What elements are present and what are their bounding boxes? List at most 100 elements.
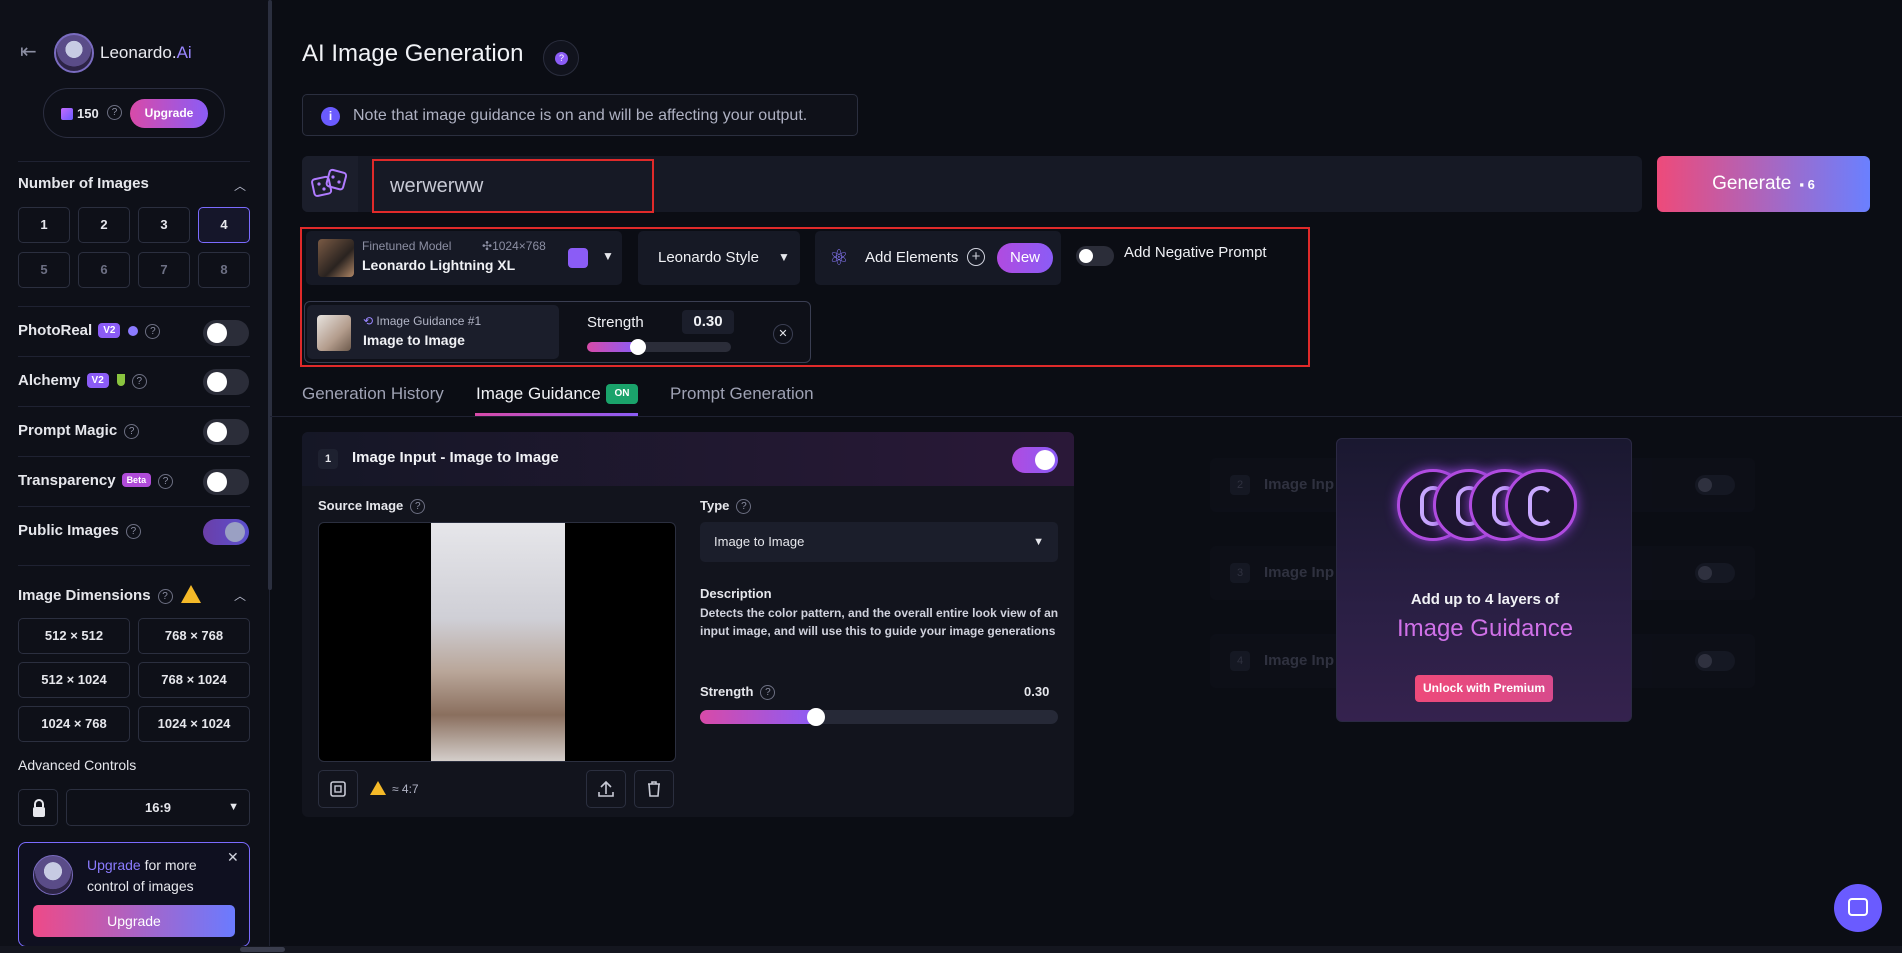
type-select[interactable]: Image to Image ▼ — [700, 522, 1058, 562]
transparency-row: Transparency Beta? — [18, 472, 174, 489]
dimensions-help-icon[interactable]: ? — [157, 589, 173, 604]
dimension-1024x1024[interactable]: 1024 × 1024 — [138, 706, 250, 742]
guidance-layers-icon — [1397, 469, 1577, 543]
source-image — [431, 523, 565, 761]
image-dimensions-title: Image Dimensions? — [18, 585, 201, 604]
model-selector[interactable]: Finetuned Model ✣1024×768 Leonardo Light… — [306, 231, 622, 285]
panel-title: Image Input - Image to Image — [352, 449, 559, 466]
style-selector[interactable]: Leonardo Style ▼ — [638, 231, 800, 285]
prompt-magic-toggle[interactable] — [203, 419, 249, 445]
public-images-label: Public Images — [18, 522, 119, 539]
public-images-help-icon[interactable]: ? — [125, 524, 141, 539]
dimension-1024x768[interactable]: 1024 × 768 — [18, 706, 130, 742]
strength-slider[interactable] — [587, 339, 731, 355]
panel-strength-label: Strength? — [700, 684, 776, 700]
chat-support-button[interactable] — [1834, 884, 1882, 932]
tab-image-guidance[interactable]: Image Guidance — [476, 384, 601, 404]
alchemy-toggle[interactable] — [203, 369, 249, 395]
transparency-toggle[interactable] — [203, 469, 249, 495]
model-dimensions: ✣1024×768 — [482, 239, 546, 253]
upgrade-button[interactable]: Upgrade — [33, 905, 235, 937]
collapse-sidebar-icon[interactable]: ⇤ — [20, 42, 44, 62]
model-name: Leonardo Lightning XL — [362, 257, 516, 273]
dimension-512x1024[interactable]: 512 × 1024 — [18, 662, 130, 698]
dimension-768x768[interactable]: 768 × 768 — [138, 618, 250, 654]
unlock-premium-button[interactable]: Unlock with Premium — [1415, 675, 1553, 702]
tab-prompt-generation[interactable]: Prompt Generation — [670, 384, 814, 404]
photoreal-help-icon[interactable]: ? — [145, 324, 161, 339]
crop-button[interactable] — [318, 770, 358, 808]
upgrade-button-small[interactable]: Upgrade — [130, 99, 208, 128]
transparency-help-icon[interactable]: ? — [158, 474, 174, 489]
panel-header: 1 Image Input - Image to Image — [302, 432, 1074, 486]
delete-button[interactable] — [634, 770, 674, 808]
caret-down-icon: ▼ — [1033, 536, 1044, 548]
token-help-icon[interactable]: ? — [107, 105, 122, 120]
alchemy-label: Alchemy — [18, 372, 81, 389]
alchemy-help-icon[interactable]: ? — [131, 374, 147, 389]
advanced-controls-label[interactable]: Advanced Controls — [18, 757, 136, 773]
alchemy-row: Alchemy V2? — [18, 372, 147, 389]
strength-slider-handle[interactable] — [630, 339, 646, 355]
photoreal-badge: V2 — [98, 323, 121, 338]
chevron-up-icon[interactable]: ︿ — [234, 177, 246, 194]
random-prompt-button[interactable] — [302, 156, 358, 212]
page-help-button[interactable]: ? — [543, 40, 579, 76]
aspect-warning: ≈ 4:7 — [370, 781, 419, 796]
prompt-magic-help-icon[interactable]: ? — [124, 424, 140, 439]
aspect-lock-button[interactable] — [18, 789, 58, 826]
tab-generation-history[interactable]: Generation History — [302, 384, 444, 404]
warning-icon — [180, 585, 201, 603]
style-label: Leonardo Style — [658, 249, 759, 266]
guidance-on-badge: ON — [606, 384, 638, 404]
sidebar-scrollbar[interactable] — [268, 0, 272, 590]
generate-button[interactable]: Generate ▪ 6 — [1657, 156, 1870, 212]
caret-down-icon[interactable]: ▼ — [602, 249, 614, 263]
panel-strength-handle[interactable] — [807, 708, 825, 726]
type-help-icon[interactable]: ? — [736, 499, 752, 514]
dimension-512x512[interactable]: 512 × 512 — [18, 618, 130, 654]
num-images-8[interactable]: 8 — [198, 252, 250, 288]
num-images-5[interactable]: 5 — [18, 252, 70, 288]
num-images-1[interactable]: 1 — [18, 207, 70, 243]
strength-help-icon[interactable]: ? — [760, 685, 776, 700]
close-icon[interactable]: ✕ — [227, 849, 239, 866]
num-images-2[interactable]: 2 — [78, 207, 130, 243]
upgrade-link[interactable]: Upgrade — [87, 857, 141, 873]
source-help-icon[interactable]: ? — [410, 499, 426, 514]
transparency-label: Transparency — [18, 472, 116, 489]
premium-promo-card: Add up to 4 layers of Image Guidance Unl… — [1336, 438, 1632, 722]
token-icon — [61, 108, 73, 120]
num-images-4[interactable]: 4 — [198, 207, 250, 243]
photoreal-toggle[interactable] — [203, 320, 249, 346]
num-images-6[interactable]: 6 — [78, 252, 130, 288]
page-title: AI Image Generation — [302, 40, 524, 67]
negative-prompt-label[interactable]: Add Negative Prompt — [1124, 244, 1267, 261]
aspect-ratio-select[interactable]: 16:9 ▼ — [66, 789, 250, 826]
token-balance: 150 ? Upgrade — [43, 88, 225, 138]
num-images-7[interactable]: 7 — [138, 252, 190, 288]
public-images-toggle[interactable] — [203, 519, 249, 545]
layer-toggle[interactable] — [1012, 447, 1058, 473]
source-image-frame[interactable] — [318, 522, 676, 762]
upload-button[interactable] — [586, 770, 626, 808]
image-guidance-card[interactable]: ⟲ Image Guidance #1 Image to Image — [307, 305, 559, 359]
lock-icon — [33, 799, 45, 817]
remove-guidance-icon[interactable]: ✕ — [773, 324, 793, 344]
model-info-icon[interactable] — [568, 248, 588, 268]
panel-strength-slider[interactable] — [700, 708, 1058, 726]
brand-name: Leonardo.Ai — [100, 43, 192, 62]
horizontal-scrollbar[interactable] — [0, 946, 1902, 953]
divider — [18, 356, 250, 357]
type-label: Type? — [700, 498, 752, 514]
chevron-up-icon[interactable]: ︿ — [234, 587, 246, 604]
negative-prompt-toggle[interactable] — [1076, 246, 1114, 266]
add-elements-button[interactable]: ⚛ Add Elements + New — [815, 231, 1061, 285]
divider — [18, 506, 250, 507]
prompt-input[interactable] — [372, 159, 654, 213]
num-images-3[interactable]: 3 — [138, 207, 190, 243]
dimension-768x1024[interactable]: 768 × 1024 — [138, 662, 250, 698]
strength-value[interactable]: 0.30 — [682, 310, 734, 334]
avatar — [33, 855, 73, 895]
image-guidance-chip: ⟲ Image Guidance #1 Image to Image Stren… — [304, 301, 811, 363]
